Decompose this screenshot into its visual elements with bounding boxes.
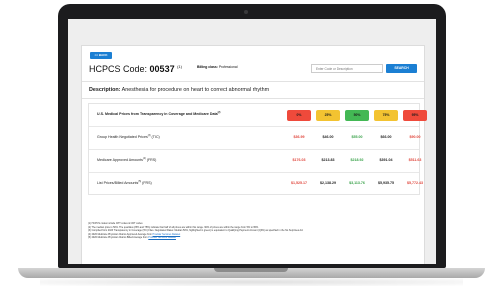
description: Description: Anesthesia for procedure on… [89,87,269,93]
percentile-25-badge: 25% [316,110,340,121]
percentile-0-badge: 0% [287,110,311,121]
laptop-screen: << BACK HCPCS Code: 00537 (1) Billing cl… [68,19,436,264]
percentile-95-badge: 95% [403,110,427,121]
table-row: Group Health Negotiated Prices(3) (TIC) … [89,127,421,150]
percentile-50-badge: 50% [345,110,369,121]
row-label: List Prices/Billed Amounts(5) (FRS) [97,181,152,186]
table-row: List Prices/Billed Amounts(5) (FRS) $1,5… [89,173,423,195]
description-text: Anesthesia for procedure on heart to cor… [121,87,270,93]
price-cell: $1,525.17 [291,181,307,185]
hcpcs-note: (1) [177,64,182,69]
footnote-link[interactable]: Provider Services Dataset [153,233,181,236]
divider [82,81,424,82]
table-header-row: U.S. Medical Prices from Transparency in… [89,104,427,127]
camera-icon [244,10,248,14]
back-button[interactable]: << BACK [90,52,112,59]
footnote-link[interactable]: Provider Services Dataset [148,236,176,239]
price-cell: $55.00 [351,135,363,139]
footnote-5: (5) 2020 Medicare Physician Claims Bille… [88,236,176,240]
price-cell: $2,138.29 [320,181,336,185]
price-cell: $90.00 [409,135,421,139]
price-cell: $46.00 [322,135,334,139]
search-button[interactable]: SEARCH [386,64,417,73]
footnotes: (1) HCPCS codes include CPT codes & CDT … [88,222,303,240]
price-cell: $213.83 [321,158,335,162]
price-cell: $176.03 [292,158,306,162]
price-cell: $391.04 [379,158,393,162]
laptop-notch [214,268,288,272]
description-label: Description: [89,87,121,93]
billing-value: Professional [218,65,238,69]
billing-label: Billing class: [197,65,218,69]
search-input[interactable]: Enter Code or Description [311,64,383,73]
page-title: HCPCS Code: 00537 (1) [89,64,182,74]
row-label: Medicare Approved Amounts(4) (FRS) [97,158,157,163]
price-cell: $218.92 [350,158,364,162]
row-label: Group Health Negotiated Prices(3) (TIC) [97,135,160,140]
hcpcs-code: 00537 [149,64,175,74]
table-row: Medicare Approved Amounts(4) (FRS) $176.… [89,150,421,173]
price-cell: $3,113.76 [349,181,365,185]
price-cell: $66.00 [380,135,392,139]
price-cell: $5,772.43 [407,181,423,185]
divider [82,98,424,99]
price-cell: $5,935.75 [378,181,394,185]
laptop-shadow [40,278,463,286]
hcpcs-prefix: HCPCS Code: [89,64,148,74]
price-cell: $36.99 [293,135,305,139]
percentile-75-badge: 75% [374,110,398,121]
billing-class: Billing class: Professional [197,65,238,69]
price-cell: $511.63 [408,158,422,162]
price-table: U.S. Medical Prices from Transparency in… [88,103,427,195]
table-header-label: U.S. Medical Prices from Transparency in… [97,112,221,117]
content-card: << BACK HCPCS Code: 00537 (1) Billing cl… [81,45,427,264]
